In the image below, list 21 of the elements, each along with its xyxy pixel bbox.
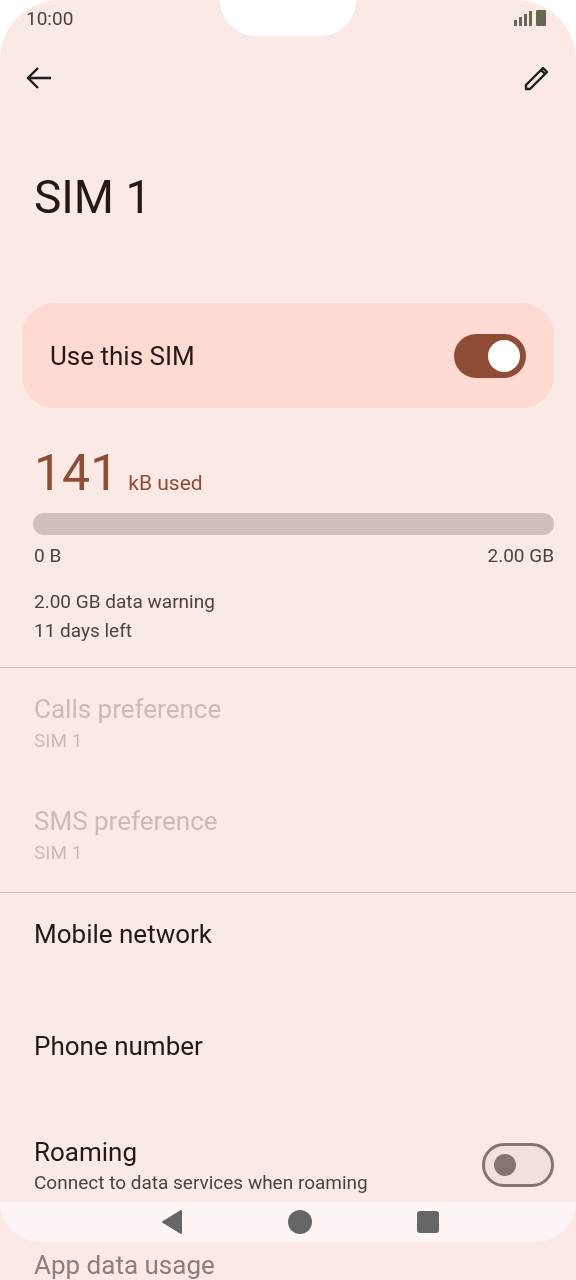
- setting-item[interactable]: Phone number: [34, 1031, 203, 1061]
- back-arrow-icon[interactable]: [26, 67, 52, 89]
- usage-min: 0 B: [34, 544, 62, 567]
- use-sim-card[interactable]: Use this SIM: [22, 303, 554, 408]
- status-time: 10:00: [26, 6, 74, 30]
- usage-unit: kB used: [128, 471, 203, 495]
- page-title: SIM 1: [34, 169, 152, 226]
- data-warning: 2.00 GB data warning: [34, 589, 216, 615]
- use-sim-label: Use this SIM: [50, 340, 195, 371]
- setting-item[interactable]: Roaming: [34, 1136, 138, 1167]
- home-icon[interactable]: [288, 1210, 312, 1234]
- days-left: 11 days left: [34, 618, 133, 644]
- usage-max: 2.00 GB: [487, 544, 554, 567]
- toggle-switch[interactable]: [454, 333, 526, 378]
- recents-icon[interactable]: [417, 1211, 440, 1233]
- back-icon[interactable]: [160, 1210, 183, 1234]
- setting-summary: Connect to data services when roaming: [34, 1170, 368, 1194]
- pencil-icon[interactable]: [524, 65, 550, 91]
- usage-amount: 141: [34, 444, 119, 502]
- setting-item[interactable]: Mobile network: [34, 919, 212, 949]
- toggle-switch[interactable]: [482, 1143, 554, 1187]
